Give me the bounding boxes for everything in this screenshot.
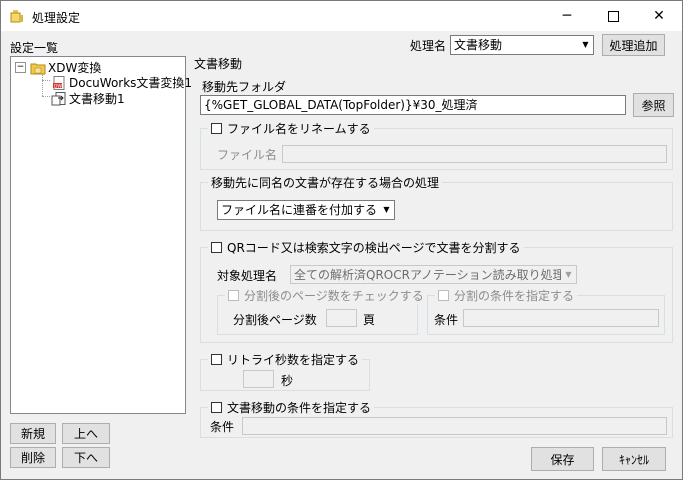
chevron-down-icon: ▼ [578, 36, 593, 54]
chevron-down-icon: ▼ [379, 201, 394, 219]
retry-seconds-input[interactable] [243, 370, 274, 388]
split-condition-input[interactable] [463, 309, 659, 327]
retry-checkbox[interactable]: リトライ秒数を指定する [208, 351, 363, 368]
checkbox-icon [211, 402, 222, 413]
add-process-button[interactable]: 処理追加 [602, 34, 665, 56]
file-name-label: ファイル名 [217, 148, 278, 162]
page-count-group: 分割後のページ数をチェックする 分割後ページ数 頁 [217, 287, 427, 335]
maximize-button[interactable] [590, 1, 636, 31]
process-name-value: 文書移動 [454, 38, 503, 52]
svg-text:DW: DW [54, 83, 62, 89]
close-button[interactable]: ✕ [636, 1, 682, 31]
page-count-checkbox-label: 分割後のページ数をチェックする [244, 289, 424, 303]
save-button[interactable]: 保存 [531, 447, 594, 471]
process-name-select[interactable]: 文書移動 ▼ [450, 35, 594, 55]
move-condition-checkbox-label: 文書移動の条件を指定する [227, 401, 372, 415]
duplicate-handling-select[interactable]: ファイル名に連番を付加する ▼ [217, 200, 395, 220]
app-icon [10, 9, 24, 23]
docuworks-icon: DW [51, 75, 67, 90]
checkbox-icon [211, 354, 222, 365]
document-move-icon [51, 91, 67, 106]
target-process-value: 全ての解析済QROCRアノテーション読み取り処理 [294, 268, 565, 282]
split-condition-label: 条件 [434, 313, 459, 327]
settings-tree[interactable]: − XDW変換 DW DocuWorks文書変換1 文書移動1 [10, 56, 192, 414]
split-group: QRコード又は検索文字の検出ページで文書を分割する 対象処理名 全ての解析済QR… [200, 239, 673, 343]
folder-icon [30, 61, 46, 75]
checkbox-icon [228, 290, 239, 301]
tree-line [42, 80, 50, 81]
section-title: 文書移動 [194, 57, 243, 71]
new-button[interactable]: 新規 [10, 423, 56, 444]
checkbox-icon [211, 123, 222, 134]
page-unit-label: 頁 [363, 313, 376, 327]
retry-group: リトライ秒数を指定する 秒 [200, 351, 370, 391]
move-condition-input[interactable] [242, 417, 667, 435]
dest-folder-label: 移動先フォルダ [202, 80, 287, 94]
checkbox-icon [211, 242, 222, 253]
move-down-button[interactable]: 下へ [62, 447, 110, 468]
move-condition-group: 文書移動の条件を指定する 条件 [200, 399, 673, 438]
duplicate-handling-value: ファイル名に連番を付加する [221, 203, 378, 217]
tree-node-document-move[interactable]: 文書移動1 [51, 90, 125, 107]
checkbox-icon [438, 290, 449, 301]
tree-node-docuworks[interactable]: DW DocuWorks文書変換1 [51, 74, 192, 91]
duplicate-legend: 移動先に同名の文書が存在する場合の処理 [208, 174, 443, 191]
page-count-label: 分割後ページ数 [233, 313, 317, 327]
split-condition-group: 分割の条件を指定する 条件 [427, 287, 665, 335]
page-count-checkbox[interactable]: 分割後のページ数をチェックする [225, 287, 427, 304]
split-condition-checkbox[interactable]: 分割の条件を指定する [435, 287, 578, 304]
rename-checkbox-label: ファイル名をリネームする [227, 122, 371, 136]
dest-folder-input[interactable]: {%GET_GLOBAL_DATA(TopFolder)}¥30_処理済 [200, 95, 626, 115]
settings-list-title: 設定一覧 [10, 41, 59, 55]
process-name-label: 処理名 [410, 39, 447, 53]
tree-line [42, 74, 43, 96]
retry-checkbox-label: リトライ秒数を指定する [227, 353, 360, 367]
tree-line [42, 96, 50, 97]
settings-window: 処理設定 ─ ✕ 設定一覧 − XDW変換 DW DocuWorks文書変換1 … [0, 0, 683, 480]
chevron-down-icon: ▼ [561, 266, 576, 283]
split-condition-checkbox-label: 分割の条件を指定する [454, 289, 575, 303]
move-up-button[interactable]: 上へ [62, 423, 110, 444]
maximize-icon [607, 10, 619, 22]
duplicate-group: 移動先に同名の文書が存在する場合の処理 ファイル名に連番を付加する ▼ [200, 174, 673, 231]
tree-node-label: 文書移動1 [69, 92, 125, 106]
move-condition-checkbox[interactable]: 文書移動の条件を指定する [208, 399, 375, 416]
duplicate-legend-label: 移動先に同名の文書が存在する場合の処理 [211, 176, 440, 190]
seconds-unit-label: 秒 [281, 374, 294, 388]
rename-group: ファイル名をリネームする ファイル名 [200, 120, 673, 170]
file-name-input[interactable] [282, 145, 667, 163]
move-condition-label: 条件 [210, 420, 235, 434]
minimize-button[interactable]: ─ [544, 1, 590, 31]
rename-checkbox[interactable]: ファイル名をリネームする [208, 120, 374, 137]
window-title: 処理設定 [32, 11, 81, 25]
page-count-input[interactable] [326, 309, 357, 327]
delete-button[interactable]: 削除 [10, 447, 56, 468]
target-process-label: 対象処理名 [217, 269, 278, 283]
split-checkbox[interactable]: QRコード又は検索文字の検出ページで文書を分割する [208, 239, 524, 256]
tree-node-label: DocuWorks文書変換1 [69, 76, 193, 90]
cancel-button[interactable]: ｷｬﾝｾﾙ [602, 447, 666, 471]
split-checkbox-label: QRコード又は検索文字の検出ページで文書を分割する [227, 241, 521, 255]
title-bar: 処理設定 ─ ✕ [1, 1, 682, 31]
browse-button[interactable]: 参照 [633, 93, 674, 117]
target-process-select[interactable]: 全ての解析済QROCRアノテーション読み取り処理 ▼ [290, 265, 577, 284]
tree-expander-icon[interactable]: − [15, 62, 26, 73]
